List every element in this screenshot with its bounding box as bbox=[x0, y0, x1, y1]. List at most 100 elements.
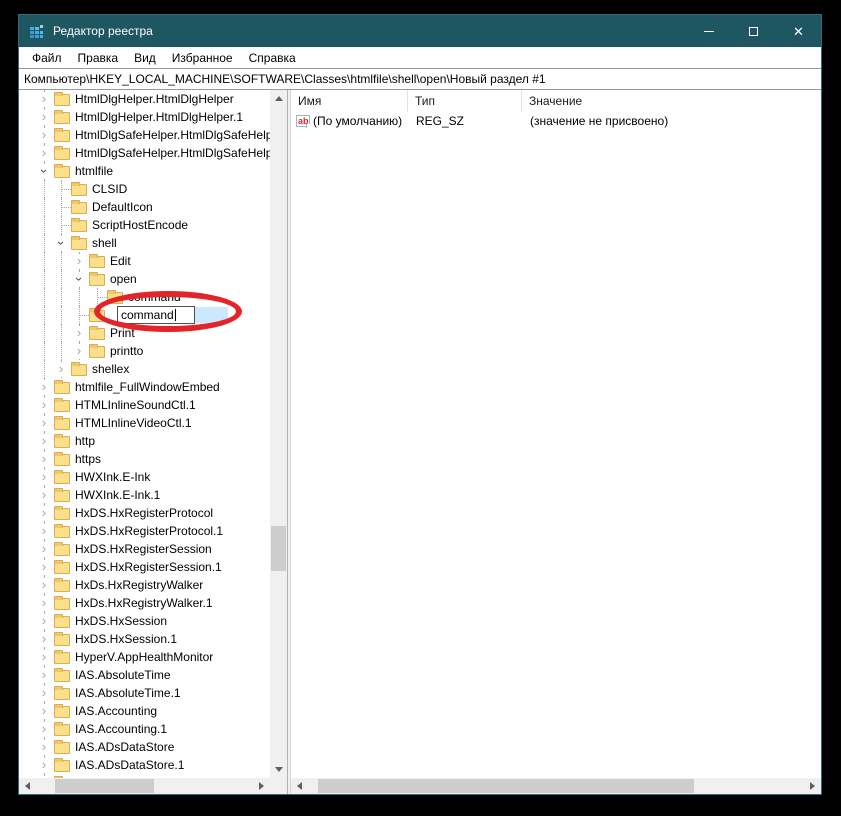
tree-guide bbox=[53, 342, 71, 360]
close-button[interactable]: ✕ bbox=[776, 15, 821, 47]
menu-edit[interactable]: Правка bbox=[70, 49, 127, 67]
tree-row[interactable]: ›IAS.ADsDataStore bbox=[36, 738, 270, 756]
tree-row-label: HxDS.HxSession bbox=[72, 614, 170, 628]
tree-row[interactable]: ›HtmlDlgHelper.HtmlDlgHelper bbox=[36, 90, 270, 108]
tree-row[interactable]: ›HxDs.HxRegistryWalker bbox=[36, 576, 270, 594]
tree-row[interactable]: ›HWXInk.E-Ink bbox=[36, 468, 270, 486]
chevron-right-icon[interactable]: › bbox=[36, 612, 54, 630]
scroll-right-button[interactable] bbox=[804, 778, 821, 794]
tree-row[interactable]: ›HtmlDlgHelper.HtmlDlgHelper.1 bbox=[36, 108, 270, 126]
tree-row[interactable]: ›HxDS.HxRegisterProtocol.1 bbox=[36, 522, 270, 540]
tree-row[interactable]: ScriptHostEncode bbox=[36, 216, 270, 234]
tree-row[interactable]: ›HTMLInlineVideoCtl.1 bbox=[36, 414, 270, 432]
chevron-right-icon[interactable]: › bbox=[36, 450, 54, 468]
chevron-right-icon[interactable]: › bbox=[36, 666, 54, 684]
tree-row[interactable]: ›HtmlDlgSafeHelper.HtmlDlgSafeHelper bbox=[36, 126, 270, 144]
chevron-right-icon[interactable]: › bbox=[36, 702, 54, 720]
chevron-right-icon[interactable]: › bbox=[36, 594, 54, 612]
chevron-right-icon[interactable]: › bbox=[36, 540, 54, 558]
menu-help[interactable]: Справка bbox=[241, 49, 304, 67]
tree-guide bbox=[36, 342, 53, 360]
chevron-right-icon[interactable]: › bbox=[36, 504, 54, 522]
tree-row[interactable]: ›HTMLInlineSoundCtl.1 bbox=[36, 396, 270, 414]
chevron-right-icon[interactable]: › bbox=[36, 144, 54, 162]
column-header-0[interactable]: Имя bbox=[291, 90, 408, 112]
chevron-right-icon[interactable]: › bbox=[36, 486, 54, 504]
chevron-right-icon[interactable]: › bbox=[36, 522, 54, 540]
chevron-right-icon[interactable]: › bbox=[71, 342, 89, 360]
chevron-right-icon[interactable]: › bbox=[36, 90, 54, 108]
address-bar-input[interactable]: Компьютер\HKEY_LOCAL_MACHINE\SOFTWARE\Cl… bbox=[19, 68, 821, 90]
chevron-right-icon[interactable]: › bbox=[36, 396, 54, 414]
chevron-right-icon[interactable]: › bbox=[36, 756, 54, 774]
tree-row[interactable]: › HxDS.HxSession bbox=[36, 612, 270, 630]
value-row[interactable]: (По умолчанию)REG_SZ(значение не присвое… bbox=[291, 112, 821, 130]
chevron-right-icon[interactable]: › bbox=[36, 558, 54, 576]
chevron-right-icon[interactable]: › bbox=[36, 738, 54, 756]
tree-row[interactable]: ›HxDS.HxRegisterSession bbox=[36, 540, 270, 558]
tree-row[interactable]: ›https bbox=[36, 450, 270, 468]
tree-vertical-scrollbar[interactable] bbox=[270, 90, 287, 778]
column-header-1[interactable]: Тип bbox=[408, 90, 522, 112]
chevron-right-icon[interactable]: › bbox=[36, 432, 54, 450]
menu-view[interactable]: Вид bbox=[126, 49, 164, 67]
chevron-right-icon[interactable]: › bbox=[71, 324, 89, 342]
value-list-pane: ИмяТипЗначение (По умолчанию)REG_SZ(знач… bbox=[291, 90, 821, 794]
tree-row[interactable]: CLSID bbox=[36, 180, 270, 198]
chevron-right-icon[interactable]: › bbox=[36, 720, 54, 738]
tree-row[interactable]: ›IAS.AbsoluteTime.1 bbox=[36, 684, 270, 702]
tree-row[interactable]: ›Edit bbox=[36, 252, 270, 270]
scroll-down-button[interactable] bbox=[270, 761, 287, 778]
tree-row[interactable]: DefaultIcon bbox=[36, 198, 270, 216]
chevron-right-icon[interactable]: › bbox=[36, 576, 54, 594]
chevron-right-icon[interactable]: › bbox=[36, 126, 54, 144]
chevron-right-icon[interactable]: › bbox=[36, 684, 54, 702]
tree-row[interactable]: ›HxDs.HxRegistryWalker.1 bbox=[36, 594, 270, 612]
tree-row[interactable]: ›HtmlDlgSafeHelper.HtmlDlgSafeHelper.1 bbox=[36, 144, 270, 162]
tree-row[interactable]: ›HxDS.HxSession.1 bbox=[36, 630, 270, 648]
chevron-right-icon[interactable]: › bbox=[36, 468, 54, 486]
tree-vscroll-thumb[interactable] bbox=[271, 526, 286, 571]
folder-icon bbox=[54, 634, 70, 646]
tree-hscroll-thumb[interactable] bbox=[55, 779, 154, 793]
chevron-right-icon[interactable]: › bbox=[36, 108, 54, 126]
maximize-button[interactable] bbox=[731, 15, 776, 47]
chevron-right-icon[interactable]: › bbox=[36, 648, 54, 666]
scroll-up-button[interactable] bbox=[270, 90, 287, 107]
list-hscroll-thumb[interactable] bbox=[318, 779, 694, 793]
column-header-2[interactable]: Значение bbox=[522, 90, 821, 112]
tree-row[interactable]: ›shell bbox=[36, 234, 270, 252]
tree-row[interactable]: ›IAS.Accounting.1 bbox=[36, 720, 270, 738]
tree-row[interactable]: ›IAS.AbsoluteTime bbox=[36, 666, 270, 684]
tree-row[interactable]: ›HxDS.HxRegisterProtocol bbox=[36, 504, 270, 522]
tree-row[interactable]: ›htmlfile bbox=[36, 162, 270, 180]
tree-row[interactable]: ›HWXInk.E-Ink.1 bbox=[36, 486, 270, 504]
tree-horizontal-scrollbar[interactable] bbox=[19, 778, 270, 794]
tree-row[interactable]: ›http bbox=[36, 432, 270, 450]
tree-row[interactable]: ›IAS.ADsDataStore.1 bbox=[36, 756, 270, 774]
menu-file[interactable]: Файл bbox=[24, 49, 70, 67]
chevron-down-icon[interactable]: › bbox=[53, 234, 71, 252]
scroll-right-button[interactable] bbox=[253, 778, 270, 794]
chevron-right-icon[interactable]: › bbox=[36, 414, 54, 432]
chevron-right-icon[interactable]: › bbox=[36, 378, 54, 396]
scrollbar-corner bbox=[270, 778, 287, 794]
list-horizontal-scrollbar[interactable] bbox=[291, 778, 821, 794]
tree-row[interactable]: ›IAS.Accounting bbox=[36, 702, 270, 720]
minimize-button[interactable] bbox=[686, 15, 731, 47]
chevron-down-icon[interactable]: › bbox=[71, 270, 89, 288]
chevron-right-icon[interactable]: › bbox=[53, 360, 71, 378]
menu-favorites[interactable]: Избранное bbox=[164, 49, 241, 67]
scroll-left-button[interactable] bbox=[19, 778, 36, 794]
tree-row[interactable]: ›HxDS.HxRegisterSession.1 bbox=[36, 558, 270, 576]
chevron-down-icon[interactable]: › bbox=[36, 162, 54, 180]
tree-row[interactable]: ›open bbox=[36, 270, 270, 288]
tree-row-label: htmlfile_FullWindowEmbed bbox=[72, 380, 223, 394]
scroll-left-button[interactable] bbox=[291, 778, 308, 794]
tree-row[interactable]: ›printto bbox=[36, 342, 270, 360]
tree-row[interactable]: ›shellex bbox=[36, 360, 270, 378]
chevron-right-icon[interactable]: › bbox=[36, 630, 54, 648]
chevron-right-icon[interactable]: › bbox=[71, 252, 89, 270]
tree-row[interactable]: ›HyperV.AppHealthMonitor bbox=[36, 648, 270, 666]
tree-row[interactable]: › htmlfile_FullWindowEmbed bbox=[36, 378, 270, 396]
